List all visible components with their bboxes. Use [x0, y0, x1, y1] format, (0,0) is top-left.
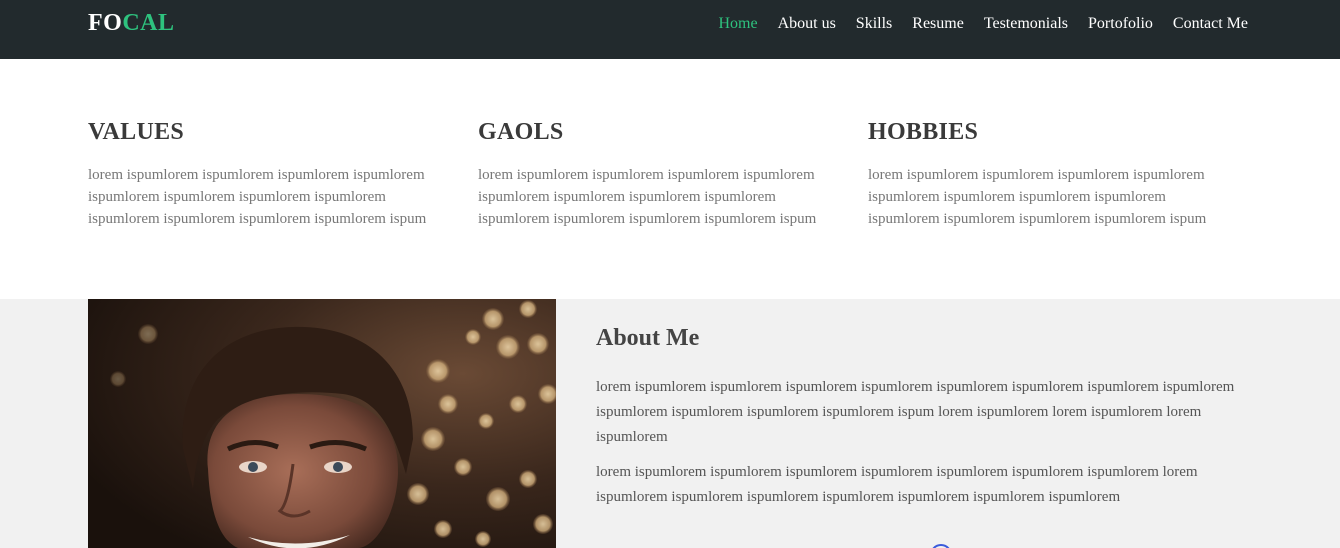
goals-column: GAOLS lorem ispumlorem ispumlorem ispuml…: [478, 118, 848, 230]
site-logo[interactable]: FOCAL: [88, 9, 175, 37]
nav-item-testemonials[interactable]: Testemonials: [984, 13, 1068, 35]
nav-item-resume[interactable]: Resume: [912, 13, 964, 35]
values-section: VALUES lorem ispumlorem ispumlorem ispum…: [0, 59, 1340, 299]
about-paragraph-2: lorem ispumlorem ispumlorem ispumlorem i…: [596, 464, 1198, 505]
portrait-photo: [88, 299, 556, 548]
nav-item-home[interactable]: Home: [718, 13, 757, 35]
nav-item-about-us[interactable]: About us: [778, 13, 836, 35]
circle-icon[interactable]: [930, 544, 952, 548]
hobbies-column: HOBBIES lorem ispumlorem ispumlorem ispu…: [868, 118, 1238, 230]
nav-item-contact-me[interactable]: Contact Me: [1173, 13, 1248, 35]
about-paragraph-1: lorem ispumlorem ispumlorem ispumlorem i…: [596, 379, 1235, 445]
hobbies-text: lorem ispumlorem ispumlorem ispumlorem i…: [868, 167, 1207, 227]
nav-item-skills[interactable]: Skills: [856, 13, 892, 35]
values-title: VALUES: [88, 119, 185, 145]
about-title: About Me: [596, 325, 700, 351]
about-text-block: About Me lorem ispumlorem ispumlorem isp…: [596, 323, 1256, 510]
main-nav: Home About us Skills Resume Testemonials…: [698, 13, 1248, 35]
values-text: lorem ispumlorem ispumlorem ispumlorem i…: [88, 167, 427, 227]
logo-part-cal: CAL: [122, 10, 175, 36]
goals-text: lorem ispumlorem ispumlorem ispumlorem i…: [478, 167, 817, 227]
goals-title: GAOLS: [478, 119, 564, 145]
nav-item-portofolio[interactable]: Portofolio: [1088, 13, 1153, 35]
hobbies-title: HOBBIES: [868, 119, 979, 145]
values-column: VALUES lorem ispumlorem ispumlorem ispum…: [88, 118, 458, 230]
logo-part-fo: FO: [88, 10, 123, 36]
top-navbar: FOCAL Home About us Skills Resume Testem…: [0, 0, 1340, 59]
about-section: About Me lorem ispumlorem ispumlorem isp…: [0, 299, 1340, 548]
